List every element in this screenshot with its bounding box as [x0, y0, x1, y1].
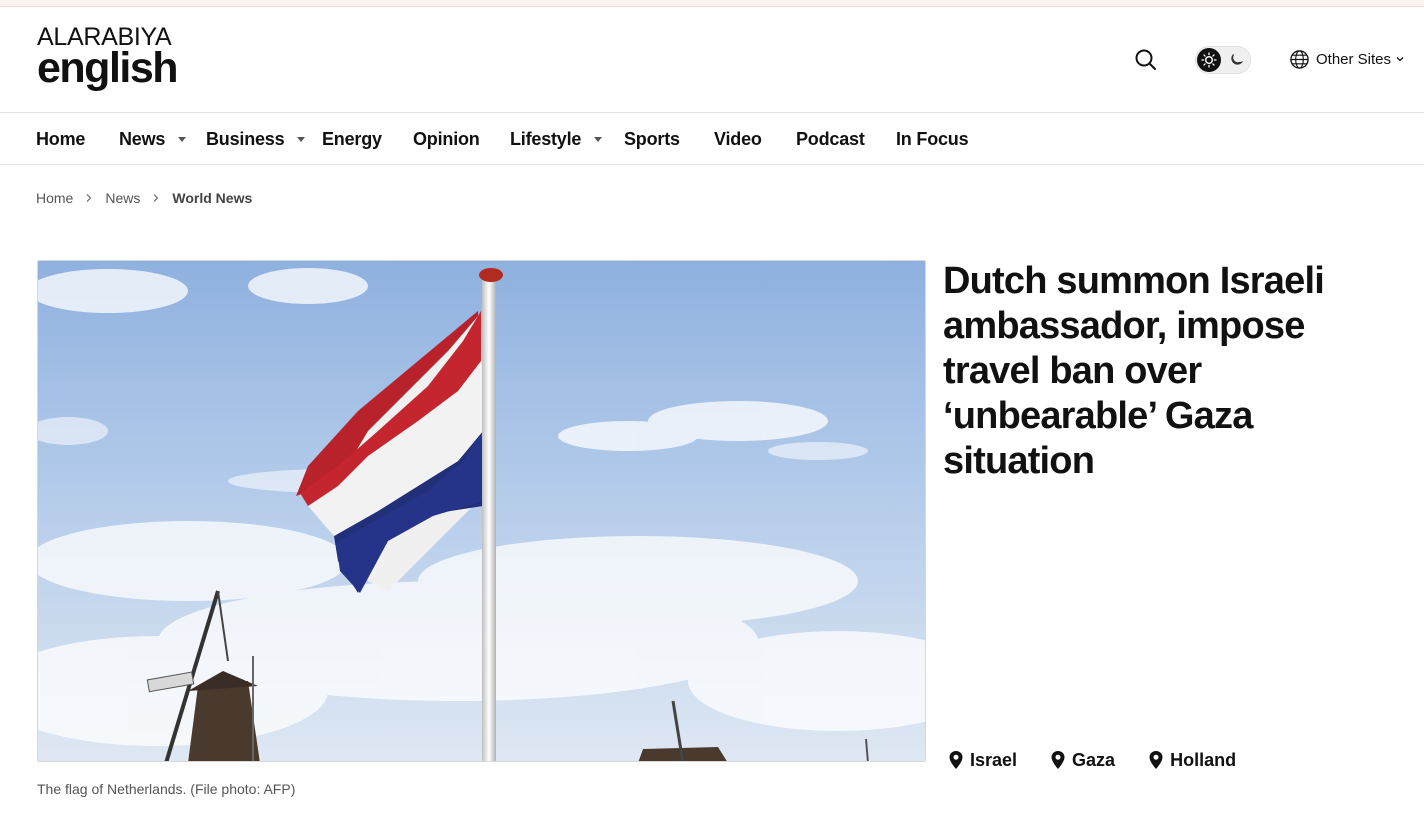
breadcrumb-home[interactable]: Home: [36, 190, 73, 206]
top-strip: [0, 0, 1424, 7]
nav-item-lifestyle[interactable]: Lifestyle: [510, 128, 603, 150]
caret-down-icon[interactable]: [594, 136, 603, 142]
nav-item-label: In Focus: [896, 128, 969, 149]
breadcrumb-news[interactable]: News: [105, 190, 140, 206]
hero-image: [37, 260, 926, 762]
article-headline: Dutch summon Israeli ambassador, impose …: [943, 260, 1325, 482]
nav-item-in-focus[interactable]: In Focus: [896, 128, 969, 150]
tag-label: Holland: [1170, 749, 1237, 770]
nav-item-label: Lifestyle: [510, 128, 582, 149]
nav-item-label: Sports: [624, 128, 680, 149]
nav-item-label: Energy: [322, 128, 382, 149]
nav-item-label: Business: [206, 128, 285, 149]
location-pin-icon: [1051, 751, 1065, 769]
moon-icon: [1227, 51, 1245, 69]
sun-icon: [1197, 48, 1221, 72]
chevron-down-icon: [1396, 57, 1404, 62]
article-tags: Israel Gaza Holland: [948, 748, 1269, 772]
nav-item-sports[interactable]: Sports: [624, 128, 680, 150]
search-icon: [1135, 49, 1156, 70]
location-pin-icon: [1149, 751, 1163, 769]
caret-down-icon[interactable]: [297, 136, 306, 142]
nav-item-label: Podcast: [796, 128, 865, 149]
tag-label: Gaza: [1072, 749, 1116, 770]
nav-item-energy[interactable]: Energy: [322, 128, 382, 150]
site-logo[interactable]: ALARABIYA english: [37, 24, 179, 92]
nav-item-label: Home: [36, 128, 86, 149]
site-header: ALARABIYA english Other Sites: [0, 8, 1424, 113]
other-sites-label: Other Sites: [1316, 50, 1392, 68]
nav-item-label: News: [119, 128, 166, 149]
theme-toggle[interactable]: [1195, 46, 1251, 74]
nav-item-news[interactable]: News: [119, 128, 187, 150]
chevron-right-icon: [86, 194, 92, 202]
nav-item-opinion[interactable]: Opinion: [413, 128, 480, 150]
nav-item-label: Opinion: [413, 128, 480, 149]
other-sites-dropdown[interactable]: Other Sites: [1289, 48, 1405, 70]
nav-item-podcast[interactable]: Podcast: [796, 128, 865, 150]
main-nav: Home News Business Energy Opinion Lifest…: [0, 113, 1424, 165]
tag-gaza[interactable]: Gaza: [1050, 750, 1115, 771]
image-caption: The flag of Netherlands. (File photo: AF…: [37, 781, 296, 797]
nav-item-video[interactable]: Video: [714, 128, 762, 150]
breadcrumb: Home News World News: [36, 189, 252, 207]
breadcrumb-current: World News: [172, 190, 253, 206]
caret-down-icon[interactable]: [178, 136, 187, 142]
globe-icon: [1290, 49, 1309, 69]
chevron-right-icon: [153, 194, 159, 202]
search-button[interactable]: [1133, 47, 1159, 73]
tag-label: Israel: [970, 749, 1018, 770]
logo-bottom-text: english: [37, 44, 179, 92]
tag-israel[interactable]: Israel: [948, 750, 1017, 771]
tag-holland[interactable]: Holland: [1148, 750, 1236, 771]
nav-item-label: Video: [714, 128, 762, 149]
location-pin-icon: [949, 751, 963, 769]
nav-item-business[interactable]: Business: [206, 128, 306, 150]
nav-item-home[interactable]: Home: [36, 128, 85, 150]
